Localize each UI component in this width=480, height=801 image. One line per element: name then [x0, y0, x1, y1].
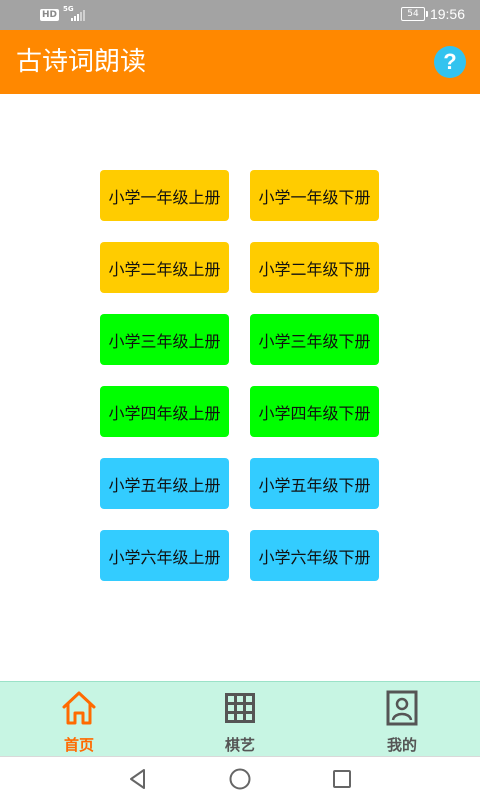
grade-button-6a[interactable]: 小学六年级上册 [100, 530, 229, 581]
status-time: 19:56 [429, 6, 465, 22]
grade-button-4a[interactable]: 小学四年级上册 [100, 386, 229, 437]
back-icon[interactable] [126, 767, 150, 791]
nav-label-mine: 我的 [386, 736, 417, 754]
signal-icon: 5G [63, 5, 89, 23]
home-icon [62, 691, 96, 725]
grade-button-1a[interactable]: 小学一年级上册 [100, 170, 229, 221]
signal-bars [71, 9, 86, 21]
home-circle-icon[interactable] [228, 767, 252, 791]
grade-button-1b[interactable]: 小学一年级下册 [250, 170, 379, 221]
hd-badge: HD [40, 9, 60, 21]
app-bar: 古诗词朗读 ? [0, 30, 480, 94]
system-nav-bar [0, 756, 480, 801]
help-button[interactable]: ? [434, 46, 466, 78]
grade-grid: 小学一年级上册 小学一年级下册 小学二年级上册 小学二年级下册 小学三年级上册 … [100, 170, 380, 581]
recents-icon[interactable] [330, 767, 354, 791]
question-icon: ? [443, 49, 457, 74]
grade-button-5b[interactable]: 小学五年级下册 [250, 458, 379, 509]
grade-button-3a[interactable]: 小学三年级上册 [100, 314, 229, 365]
profile-icon [386, 690, 418, 726]
nav-item-mine[interactable]: 我的 [342, 682, 462, 757]
bottom-nav: 首页 棋艺 我的 [0, 681, 480, 757]
status-bar: HD 5G 54 19:56 [0, 0, 480, 30]
status-right: 54 19:56 [400, 6, 465, 22]
nav-label-chess: 棋艺 [224, 736, 255, 754]
status-left: HD 5G [40, 5, 89, 23]
nav-item-home[interactable]: 首页 [19, 682, 139, 757]
grade-button-3b[interactable]: 小学三年级下册 [250, 314, 379, 365]
nav-label-home: 首页 [63, 736, 94, 754]
grid-icon [225, 693, 255, 723]
grade-button-2a[interactable]: 小学二年级上册 [100, 242, 229, 293]
page-title: 古诗词朗读 [16, 47, 147, 77]
grade-button-2b[interactable]: 小学二年级下册 [250, 242, 379, 293]
grade-button-6b[interactable]: 小学六年级下册 [250, 530, 379, 581]
grade-button-5a[interactable]: 小学五年级上册 [100, 458, 229, 509]
grade-button-4b[interactable]: 小学四年级下册 [250, 386, 379, 437]
nav-item-chess[interactable]: 棋艺 [180, 682, 300, 757]
battery-icon: 54 [400, 7, 428, 21]
